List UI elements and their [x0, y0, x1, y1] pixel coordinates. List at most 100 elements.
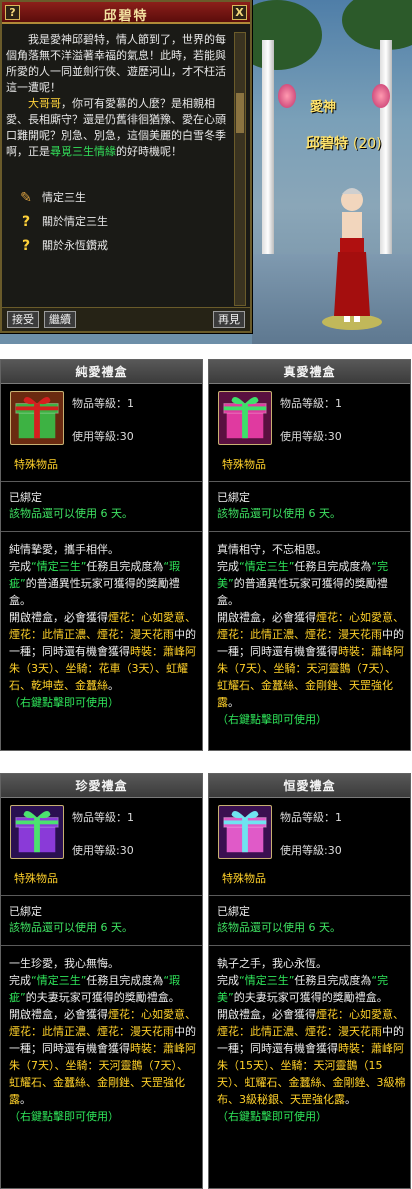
dialog-options: ✎ 情定三生 ? 關於情定三生 ? 關於永恆鑽戒: [6, 186, 226, 258]
accept-button[interactable]: 接受: [7, 311, 39, 328]
bind-status: 已綁定: [217, 905, 250, 918]
option-quest[interactable]: ✎ 情定三生: [6, 186, 226, 210]
npc-name: 邱碧特: [306, 136, 348, 152]
desc-line: 完成“情定三生”任務且完成度為“完美”的普通異性玩家可獲得的獎勵禮盒。: [217, 558, 406, 609]
desc-line: 真情相守，不忘相思。: [217, 543, 327, 556]
desc-text: 的夫妻玩家可獲得的獎勵禮盒。: [233, 991, 388, 1004]
desc-text: 開啟禮盒，必會獲得: [217, 1008, 316, 1021]
desc-line: 開啟禮盒，必會獲得煙花：心如愛意、煙花：此情正濃、煙花：漫天花雨中的一種；同時還…: [217, 609, 406, 711]
item-header: 物品等級：1 使用等級:30: [209, 384, 410, 445]
item-type: 特殊物品: [222, 458, 266, 471]
desc-text: 任務且完成度為: [86, 974, 164, 987]
desc-line: 開啟禮盒，必會獲得煙花：心如愛意、煙花：此情正濃、煙花：漫天花雨中的一種；同時還…: [217, 1006, 406, 1108]
remaining-days: 該物品還可以使用 6 天。: [217, 921, 341, 934]
desc-quest: “情定三生”: [31, 974, 87, 987]
lantern-icon: [372, 84, 390, 108]
goodbye-button[interactable]: 再見: [213, 311, 245, 328]
use-level: 使用等級:30: [72, 844, 134, 857]
desc-text: 的普通異性玩家可獲得的獎勵禮盒。: [9, 577, 180, 607]
question-icon: ?: [21, 238, 31, 254]
item-level: 物品等級：1: [280, 811, 342, 824]
gift-box-icon: [218, 805, 272, 859]
option-label: 關於情定三生: [42, 215, 108, 228]
gift-box-icon: [10, 391, 64, 445]
desc-quest: “情定三生”: [239, 974, 295, 987]
right-click-hint: （右鍵點擊即可使用）: [217, 713, 327, 726]
dialog-title: 邱碧特: [103, 9, 149, 24]
option-about-ring[interactable]: ? 關於永恆鑽戒: [6, 234, 226, 258]
option-about-quest[interactable]: ? 關於情定三生: [6, 210, 226, 234]
desc-text: 任務且完成度為: [294, 974, 372, 987]
item-card: 純愛禮盒 物品等級：1 使用等級:30 特殊物品 已綁定 該物品還可以使用 6 …: [0, 359, 203, 751]
desc-text: 任務且完成度為: [86, 560, 164, 573]
item-description: 執子之手，我心永恆。 完成“情定三生”任務且完成度為“完美”的夫妻玩家可獲得的獎…: [209, 946, 410, 1108]
use-level: 使用等級:30: [280, 430, 342, 443]
item-card: 真愛禮盒 物品等級：1 使用等級:30 特殊物品 已綁定 該物品還可以使用 6 …: [208, 359, 411, 751]
item-card: 恒愛禮盒 物品等級：1 使用等級:30 特殊物品 已綁定 該物品還可以使用 6 …: [208, 773, 411, 1189]
desc-line: 完成“情定三生”任務且完成度為“完美”的夫妻玩家可獲得的獎勵禮盒。: [217, 972, 406, 1006]
dialog-paragraph: 大哥哥，你可有愛慕的人麼？是相親相愛、長相廝守？還是仍舊徘徊猶豫、愛在心頭口難開…: [6, 96, 226, 160]
dialog-text-span: 的好時機呢！: [116, 145, 182, 158]
desc-text: 任務且完成度為: [294, 560, 372, 573]
lantern-icon: [278, 84, 296, 108]
desc-line: 完成“情定三生”任務且完成度為“瑕疵”的普通異性玩家可獲得的獎勵禮盒。: [9, 558, 198, 609]
gift-box-icon: [218, 391, 272, 445]
use-level: 使用等級:30: [280, 844, 342, 857]
item-header: 物品等級：1 使用等級:30: [209, 798, 410, 859]
bind-status: 已綁定: [9, 905, 42, 918]
item-header: 物品等級：1 使用等級:30: [1, 384, 202, 445]
tree-foliage: [342, 0, 412, 50]
right-click-hint: （右鍵點擊即可使用）: [217, 1110, 327, 1123]
desc-line: 開啟禮盒，必會獲得煙花：心如愛意、煙花：此情正濃、煙花：漫天花雨中的一種；同時還…: [9, 1006, 198, 1108]
right-click-hint: （右鍵點擊即可使用）: [9, 1110, 119, 1123]
gift-box-icon: [10, 805, 64, 859]
bind-status: 已綁定: [9, 491, 42, 504]
item-level: 物品等級：1: [72, 811, 134, 824]
desc-line: 純情摯愛，攜手相伴。: [9, 543, 119, 556]
desc-text: 完成: [217, 974, 239, 987]
use-level: 使用等級:30: [72, 430, 134, 443]
npc-dialog-window: ? 邱碧特 X 我是愛神邱碧特，情人節到了，世界的每個角落無不洋溢著幸福的氣息！…: [0, 0, 252, 333]
remaining-days: 該物品還可以使用 6 天。: [9, 921, 133, 934]
item-description: 純情摯愛，攜手相伴。 完成“情定三生”任務且完成度為“瑕疵”的普通異性玩家可獲得…: [1, 532, 202, 694]
npc-title: 愛神: [310, 100, 337, 115]
remaining-days: 該物品還可以使用 6 天。: [9, 507, 133, 520]
item-title: 恒愛禮盒: [209, 774, 410, 798]
item-title: 珍愛禮盒: [1, 774, 202, 798]
item-type: 特殊物品: [14, 458, 58, 471]
item-title: 真愛禮盒: [209, 360, 410, 384]
close-button[interactable]: X: [232, 5, 247, 20]
item-level: 物品等級：1: [72, 397, 134, 410]
item-level: 物品等級：1: [280, 397, 342, 410]
desc-text: 的普通異性玩家可獲得的獎勵禮盒。: [217, 577, 388, 607]
scrollbar-thumb[interactable]: [236, 93, 244, 133]
dialog-highlight: 大哥哥: [28, 97, 61, 110]
remaining-days: 該物品還可以使用 6 天。: [217, 507, 341, 520]
option-label: 情定三生: [42, 191, 86, 204]
dialog-button-bar: 接受 繼續 再見: [2, 307, 250, 331]
desc-line: 開啟禮盒，必會獲得煙花：心如愛意、煙花：此情正濃、煙花：漫天花雨中的一種；同時還…: [9, 609, 198, 694]
bind-status: 已綁定: [217, 491, 250, 504]
dialog-paragraph: 我是愛神邱碧特，情人節到了，世界的每個角落無不洋溢著幸福的氣息！此時，若能與所愛…: [6, 33, 226, 94]
desc-line: 執子之手，我心永恆。: [217, 957, 327, 970]
question-icon: ?: [21, 214, 31, 230]
dialog-scrollbar[interactable]: [234, 32, 246, 306]
dialog-text: 我是愛神邱碧特，情人節到了，世界的每個角落無不洋溢著幸福的氣息！此時，若能與所愛…: [6, 32, 226, 312]
desc-text: 完成: [217, 560, 239, 573]
npc-character[interactable]: [322, 180, 382, 330]
desc-quest: “情定三生”: [239, 560, 295, 573]
desc-text: 完成: [9, 974, 31, 987]
desc-line: 一生珍愛，我心無悔。: [9, 957, 119, 970]
desc-quest: “情定三生”: [31, 560, 87, 573]
item-card: 珍愛禮盒 物品等級：1 使用等級:30 特殊物品 已綁定 該物品還可以使用 6 …: [0, 773, 203, 1189]
continue-button[interactable]: 繼續: [44, 311, 76, 328]
npc-nameplate[interactable]: 邱碧特 (20): [306, 133, 382, 153]
dialog-titlebar: ? 邱碧特 X: [2, 2, 250, 24]
dialog-highlight: 尋覓三生情緣: [50, 145, 116, 158]
desc-text: 完成: [9, 560, 31, 573]
option-label: 關於永恆鑽戒: [42, 239, 108, 252]
desc-text: 的夫妻玩家可獲得的獎勵禮盒。: [25, 991, 180, 1004]
item-type: 特殊物品: [14, 872, 58, 885]
desc-text: 。: [20, 1093, 31, 1106]
item-description: 一生珍愛，我心無悔。 完成“情定三生”任務且完成度為“瑕疵”的夫妻玩家可獲得的獎…: [1, 946, 202, 1108]
